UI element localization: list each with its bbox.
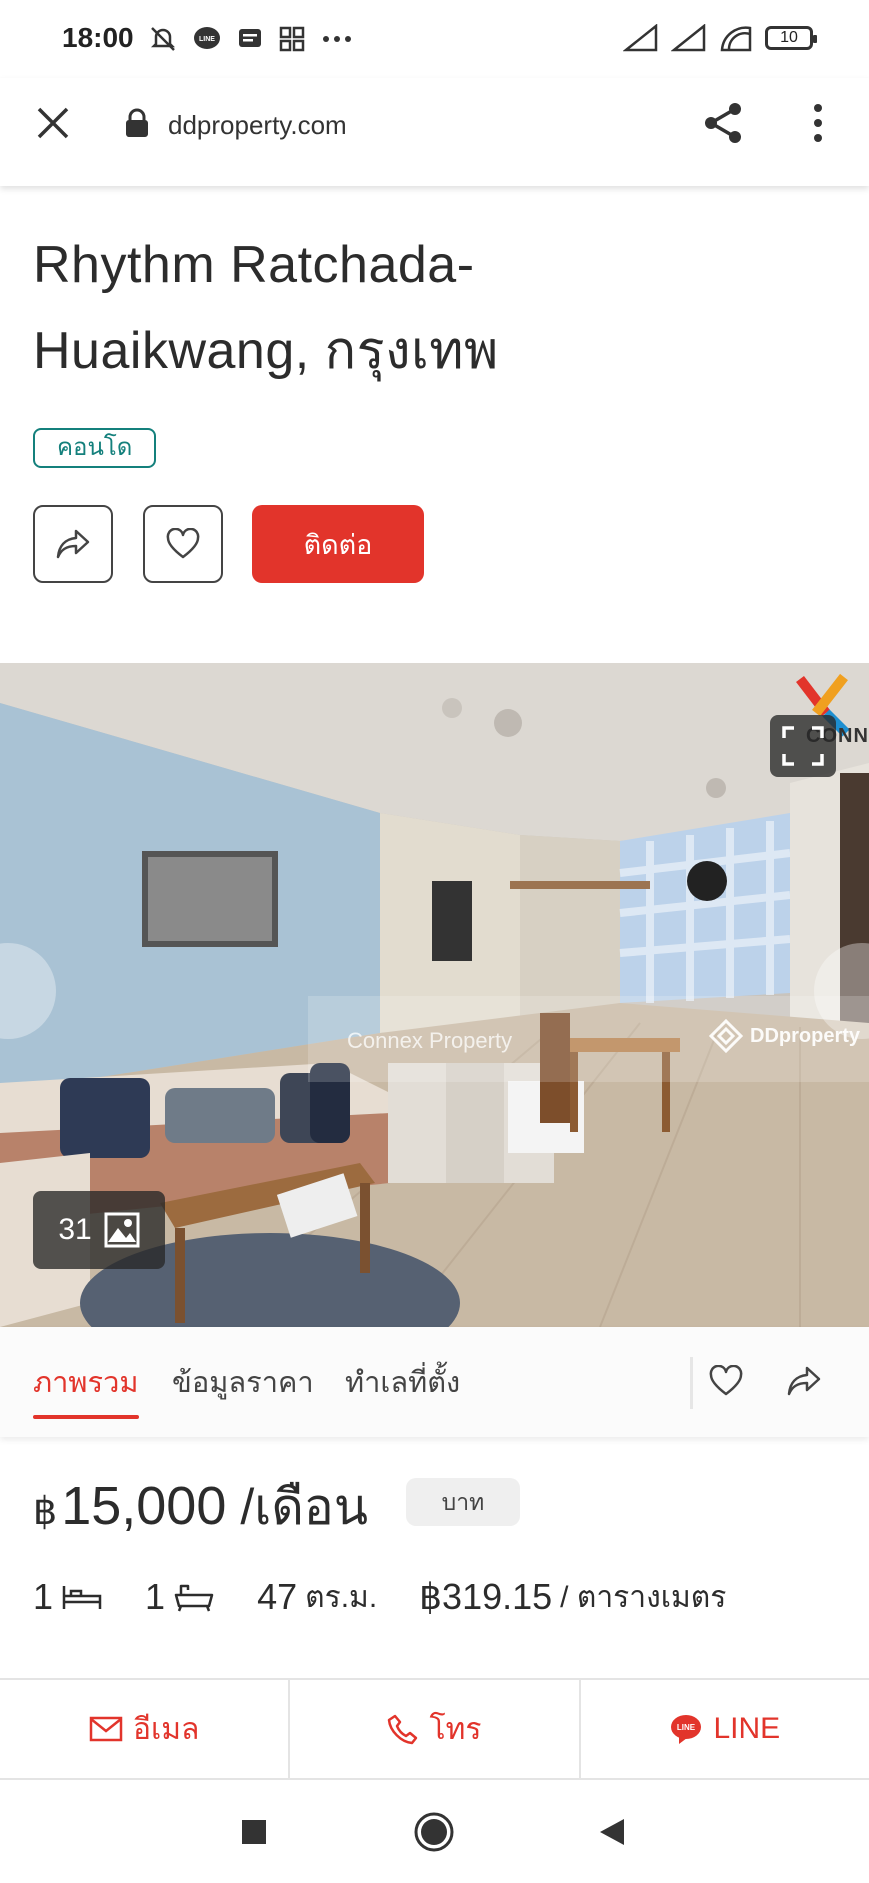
share-button[interactable] bbox=[698, 98, 748, 148]
close-button[interactable] bbox=[30, 100, 76, 146]
title-city: กรุงเทพ bbox=[309, 322, 499, 380]
wifi-icon bbox=[720, 26, 752, 52]
line-chat-icon: LINE bbox=[671, 1715, 702, 1744]
image-icon bbox=[104, 1212, 140, 1248]
square-icon bbox=[242, 1820, 266, 1844]
price-per-sqm-unit: / ตารางเมตร bbox=[560, 1580, 727, 1614]
bed-icon bbox=[62, 1586, 102, 1609]
tab-price-info[interactable]: ข้อมูลราคา bbox=[172, 1359, 314, 1405]
price-per-sqm: ฿319.15 / ตารางเมตร bbox=[419, 1574, 726, 1621]
svg-text:LINE: LINE bbox=[677, 1723, 696, 1732]
title-name: Huaikwang, bbox=[33, 322, 310, 380]
svg-text:LINE: LINE bbox=[199, 36, 215, 43]
heart-icon bbox=[166, 528, 200, 559]
bedrooms: 1 bbox=[33, 1576, 103, 1618]
line-icon: LINE bbox=[194, 27, 220, 49]
email-button[interactable]: อีเมล bbox=[0, 1680, 288, 1778]
bedroom-count: 1 bbox=[33, 1576, 54, 1617]
browser-bar: ddproperty.com bbox=[0, 78, 869, 186]
listing-photo[interactable]: Connex Property DDproperty CONNEX 31 bbox=[0, 663, 869, 1327]
signal-icon bbox=[623, 24, 658, 52]
share-icon bbox=[705, 103, 741, 143]
more-menu-button[interactable] bbox=[800, 98, 836, 148]
floor-area: 47 ตร.ม. bbox=[257, 1574, 377, 1621]
home-circle-icon bbox=[414, 1812, 454, 1852]
email-label: อีเมล bbox=[132, 1712, 200, 1746]
battery-icon: 10 bbox=[765, 26, 817, 50]
price-currency: ฿ bbox=[33, 1491, 58, 1533]
price-amount: 15,000 bbox=[61, 1476, 227, 1536]
lock-icon bbox=[126, 108, 148, 137]
tab-favorite-button[interactable] bbox=[704, 1359, 748, 1403]
area-value: 47 bbox=[257, 1576, 298, 1617]
status-bar: 18:00 LINE 10 bbox=[0, 0, 869, 78]
recent-apps-button[interactable] bbox=[232, 1810, 276, 1854]
section-tabs: ภาพรวม ข้อมูลราคา ทำเลที่ตั้ง bbox=[0, 1327, 869, 1437]
photo-count-button[interactable]: 31 bbox=[33, 1191, 165, 1269]
call-button[interactable]: โทร bbox=[288, 1680, 578, 1778]
url-text[interactable]: ddproperty.com bbox=[168, 110, 347, 141]
share-listing-button[interactable] bbox=[33, 505, 113, 583]
home-button[interactable] bbox=[412, 1810, 456, 1854]
price-unit: /เดือน bbox=[240, 1479, 369, 1535]
title-line-1: Rhythm Ratchada- bbox=[33, 236, 475, 294]
back-button[interactable] bbox=[590, 1810, 634, 1854]
line-label: LINE bbox=[713, 1712, 781, 1745]
expand-icon bbox=[782, 726, 824, 766]
favorite-button[interactable] bbox=[143, 505, 223, 583]
back-triangle-icon bbox=[600, 1819, 624, 1845]
message-icon bbox=[239, 29, 261, 47]
more-dots-icon bbox=[323, 36, 351, 42]
share-arrow-icon bbox=[787, 1366, 821, 1396]
close-icon bbox=[37, 107, 69, 139]
bathtub-icon bbox=[174, 1584, 214, 1612]
currency-chip[interactable]: บาท bbox=[406, 1478, 520, 1526]
price-per-sqm-value: ฿319.15 bbox=[419, 1576, 553, 1617]
phone-icon bbox=[388, 1714, 418, 1745]
tab-divider bbox=[690, 1357, 693, 1409]
price: ฿ 15,000 /เดือน bbox=[33, 1468, 368, 1547]
listing-title: Rhythm Ratchada- Huaikwang, กรุงเทพ bbox=[33, 222, 833, 394]
contact-bar: อีเมล โทร LINE LINE bbox=[0, 1678, 869, 1780]
tab-share-button[interactable] bbox=[782, 1359, 826, 1403]
area-unit: ตร.ม. bbox=[305, 1580, 378, 1614]
contact-button[interactable]: ติดต่อ bbox=[252, 505, 424, 583]
bathroom-count: 1 bbox=[145, 1576, 166, 1617]
title-line-2: Huaikwang, กรุงเทพ bbox=[33, 308, 833, 394]
status-time: 18:00 bbox=[62, 22, 134, 53]
fullscreen-button[interactable] bbox=[770, 715, 836, 777]
tab-location[interactable]: ทำเลที่ตั้ง bbox=[345, 1359, 460, 1405]
tab-overview[interactable]: ภาพรวม bbox=[33, 1359, 139, 1419]
listing-specs: 1 1 47 ตร.ม. ฿319.15 / ตารางเมตร bbox=[33, 1572, 768, 1622]
more-vertical-icon bbox=[814, 104, 822, 142]
share-arrow-icon bbox=[56, 529, 90, 559]
android-nav-bar bbox=[0, 1780, 869, 1883]
bathrooms: 1 bbox=[145, 1576, 215, 1618]
apps-icon bbox=[279, 26, 305, 52]
call-label: โทร bbox=[429, 1712, 482, 1746]
photo-count: 31 bbox=[58, 1213, 92, 1246]
status-icons-right: 10 bbox=[623, 24, 817, 52]
ddproperty-logo-icon bbox=[708, 1018, 744, 1054]
status-icons-left: LINE bbox=[148, 24, 354, 54]
line-button[interactable]: LINE LINE bbox=[578, 1680, 869, 1778]
property-type-badge: คอนโด bbox=[33, 428, 157, 468]
heart-icon bbox=[709, 1365, 743, 1396]
mail-icon bbox=[89, 1716, 123, 1742]
signal-icon bbox=[671, 24, 706, 52]
watermark-agent: Connex Property bbox=[347, 1028, 513, 1053]
mute-icon bbox=[150, 27, 176, 51]
